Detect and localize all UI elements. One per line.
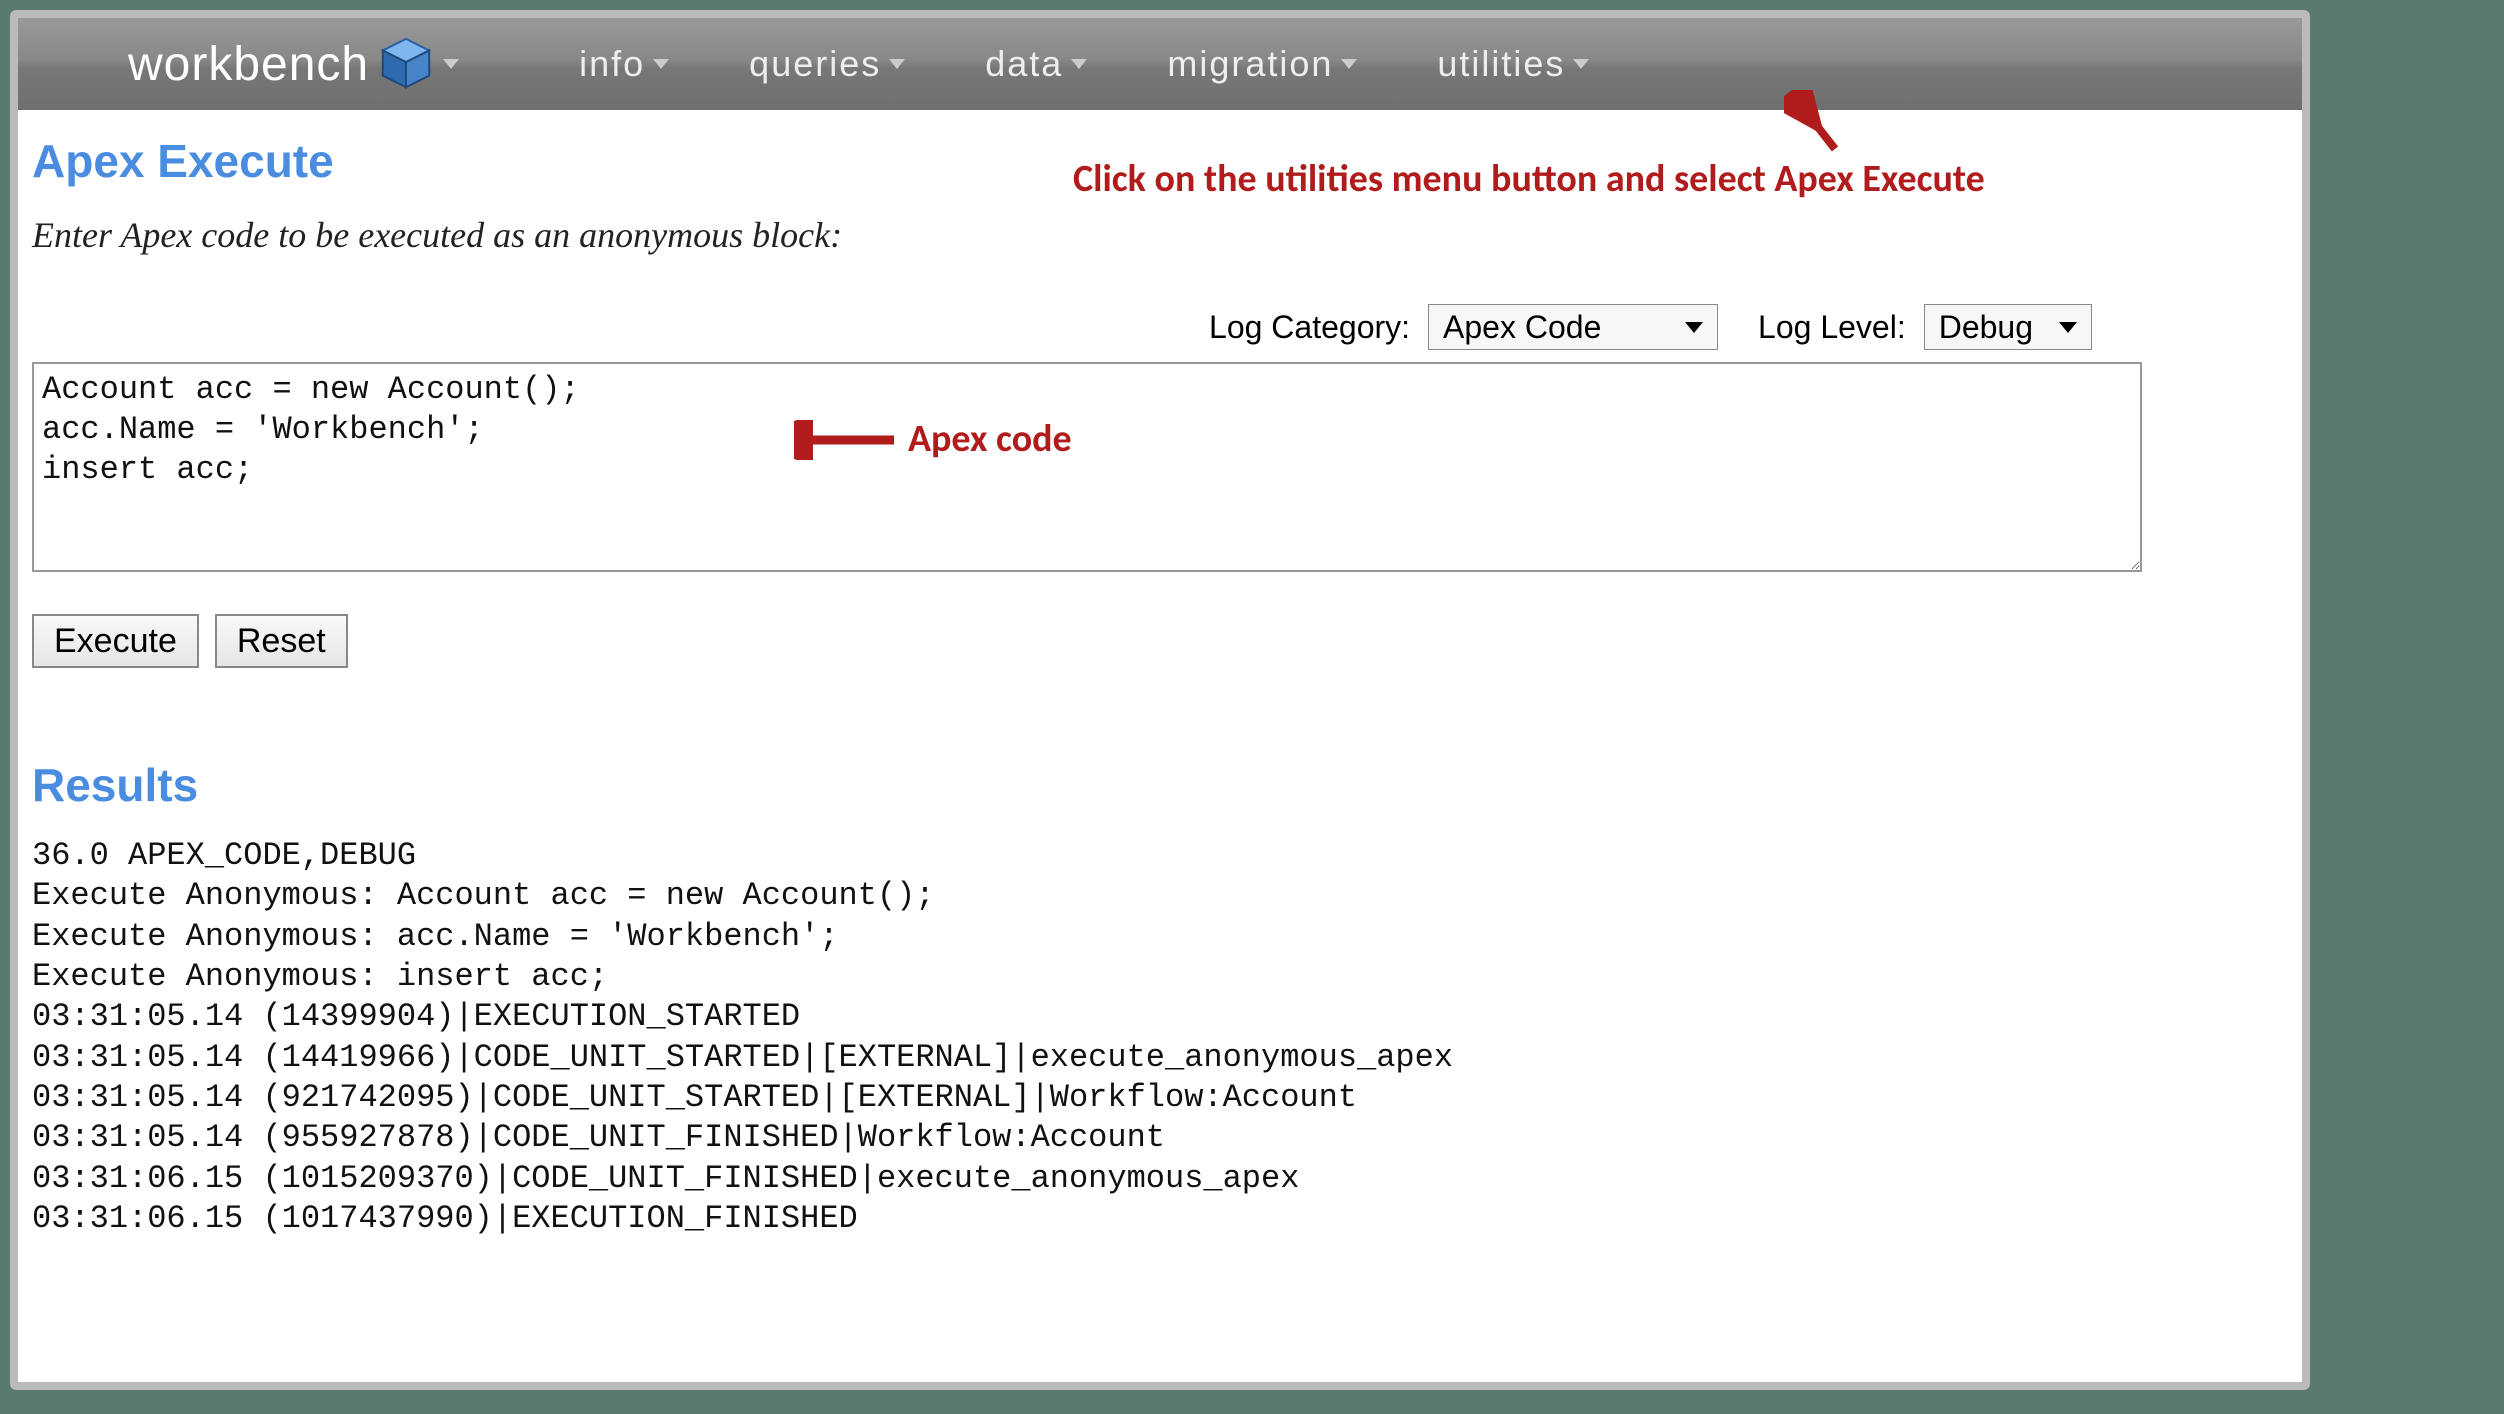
app-window: workbench info queries data [18, 18, 2302, 1382]
main-navbar: workbench info queries data [18, 18, 2302, 110]
chevron-down-icon [889, 59, 905, 69]
log-controls: Log Category: Apex Code Log Level: Debug [32, 304, 2292, 350]
nav-migration[interactable]: migration [1167, 43, 1357, 85]
nav-utilities-label: utilities [1437, 43, 1565, 85]
arrow-icon [794, 420, 904, 460]
chevron-down-icon [443, 59, 459, 69]
nav-queries-label: queries [749, 43, 881, 85]
apex-code-input[interactable] [32, 362, 2142, 572]
log-category-select[interactable]: Apex Code [1428, 304, 1718, 350]
window-frame: workbench info queries data [10, 10, 2310, 1390]
log-level-value: Debug [1939, 309, 2033, 346]
results-title: Results [32, 758, 2292, 812]
arrow-icon [1784, 90, 1854, 160]
chevron-down-icon [2059, 322, 2077, 333]
nav-queries[interactable]: queries [749, 43, 905, 85]
nav-utilities[interactable]: utilities [1437, 43, 1589, 85]
brand-text: workbench [128, 37, 369, 92]
nav-info[interactable]: info [579, 43, 669, 85]
log-level-select[interactable]: Debug [1924, 304, 2092, 350]
annotation-utilities-hint: Click on the utilities menu button and s… [1073, 156, 1985, 202]
annotation-code-hint: Apex code [908, 416, 1072, 462]
nav-data[interactable]: data [985, 43, 1087, 85]
chevron-down-icon [1685, 322, 1703, 333]
log-category-value: Apex Code [1443, 309, 1601, 346]
nav-migration-label: migration [1167, 43, 1333, 85]
brand-logo[interactable]: workbench [128, 35, 459, 93]
cube-icon [377, 35, 435, 93]
chevron-down-icon [1573, 59, 1589, 69]
log-category-label: Log Category: [1209, 309, 1410, 346]
nav-info-label: info [579, 43, 645, 85]
instruction-text: Enter Apex code to be executed as an ano… [32, 214, 2292, 256]
chevron-down-icon [1341, 59, 1357, 69]
button-row: Execute Reset [32, 614, 2292, 668]
results-log: 36.0 APEX_CODE,DEBUG Execute Anonymous: … [32, 836, 2292, 1239]
page-body: Apex Execute Click on the utilities menu… [18, 110, 2302, 1249]
nav-data-label: data [985, 43, 1063, 85]
execute-button[interactable]: Execute [32, 614, 199, 668]
log-level-label: Log Level: [1758, 309, 1906, 346]
reset-button[interactable]: Reset [215, 614, 348, 668]
chevron-down-icon [1071, 59, 1087, 69]
chevron-down-icon [653, 59, 669, 69]
